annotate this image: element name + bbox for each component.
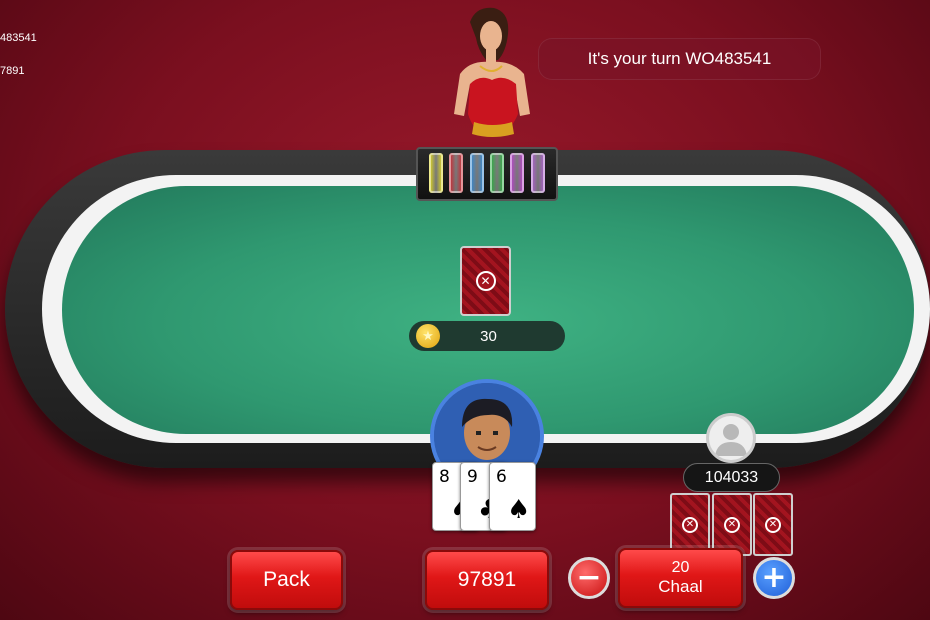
balance-display: 97891	[425, 550, 549, 610]
chaal-button[interactable]: 20 Chaal	[618, 548, 743, 608]
chip-stack	[449, 153, 464, 193]
opponent-avatar[interactable]	[706, 413, 756, 463]
chip-stack	[490, 153, 505, 193]
card-emblem-icon: ✕	[682, 516, 698, 533]
card-rank: 9	[467, 467, 478, 487]
card-emblem-icon: ✕	[475, 271, 496, 291]
table-card-back: ✕	[460, 246, 511, 316]
pot-display: ★ 30	[409, 321, 565, 351]
pot-amount: 30	[480, 327, 497, 345]
chaal-amount: 20	[671, 559, 690, 576]
increase-bet-button[interactable]: +	[753, 557, 795, 599]
chip-stack	[510, 153, 525, 193]
hand-card[interactable]: 6 ♠	[489, 462, 536, 531]
dealer-figure	[454, 7, 530, 137]
card-rank: 6	[496, 467, 507, 487]
chaal-label: Chaal	[658, 577, 703, 596]
card-emblem-icon: ✕	[765, 516, 781, 533]
spade-icon: ♠	[507, 495, 531, 525]
turn-banner: It's your turn WO483541	[538, 38, 821, 80]
balance-text: 7891	[0, 65, 25, 77]
user-silhouette-icon	[715, 424, 747, 456]
opponent-chip-count: 104033	[683, 463, 780, 492]
opponent-card-back: ✕	[712, 493, 752, 556]
chip-stack	[530, 153, 545, 193]
chip-stack	[469, 153, 484, 193]
player-id-text: 483541	[0, 32, 37, 44]
card-rank: 8	[439, 467, 450, 487]
star-coin-icon: ★	[416, 324, 440, 348]
opponent-card-back: ✕	[753, 493, 793, 556]
chip-stack	[429, 153, 444, 193]
dealer-chip-tray	[416, 147, 558, 201]
decrease-bet-button[interactable]: −	[568, 557, 610, 599]
pack-button[interactable]: Pack	[230, 550, 343, 610]
card-emblem-icon: ✕	[724, 516, 740, 533]
opponent-card-back: ✕	[670, 493, 710, 556]
